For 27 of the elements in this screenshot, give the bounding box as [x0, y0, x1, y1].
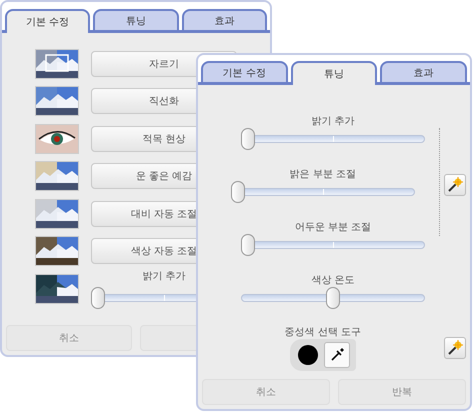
slider[interactable]	[241, 128, 425, 150]
magic-wand-icon	[446, 176, 463, 192]
eyedropper-button[interactable]	[324, 342, 350, 368]
slider-thumb[interactable]	[230, 180, 245, 202]
tab[interactable]: 효과	[380, 61, 468, 82]
slider-thumb[interactable]	[91, 286, 105, 309]
tab[interactable]: 튜닝	[290, 61, 378, 85]
magic-wand-icon	[446, 340, 463, 356]
slider-label: 밝기 추가	[311, 114, 355, 128]
picker-label: 중성색 선택 도구	[284, 326, 362, 339]
tab[interactable]: 기본 수정	[201, 61, 288, 82]
slider[interactable]	[230, 180, 415, 202]
slider-label: 밝은 부분 조절	[290, 168, 356, 180]
slider-label: 밝기 추가	[142, 270, 186, 283]
slider-thumb[interactable]	[326, 286, 340, 308]
tab[interactable]: 효과	[182, 9, 267, 30]
slider[interactable]	[241, 234, 425, 256]
slider-thumb[interactable]	[241, 128, 255, 150]
eyedropper-icon	[328, 347, 345, 363]
slider-thumb[interactable]	[241, 234, 255, 256]
auto-adjust-button[interactable]	[444, 174, 466, 196]
tab[interactable]: 기본 수정	[5, 9, 90, 33]
slider-label: 어두운 부분 조절	[294, 220, 372, 234]
auto-adjust-button[interactable]	[444, 337, 466, 359]
slider-label: 색상 온도	[311, 274, 355, 286]
tab[interactable]: 튜닝	[93, 9, 179, 30]
slider[interactable]	[241, 286, 425, 308]
